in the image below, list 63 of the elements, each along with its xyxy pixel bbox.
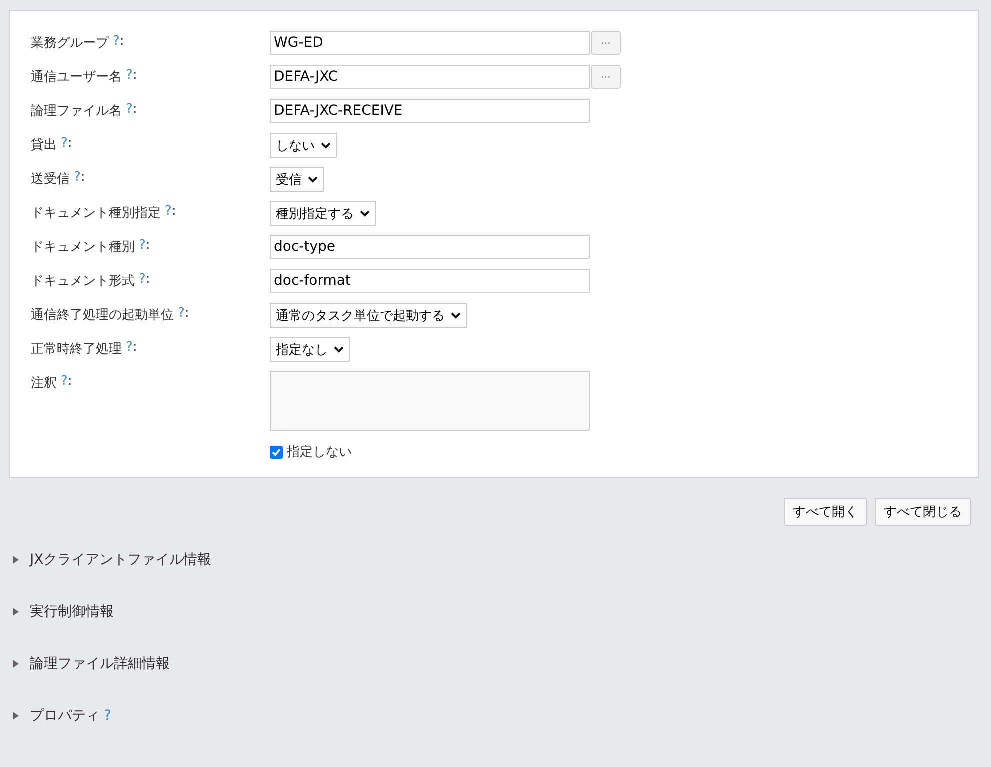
label-colon: : xyxy=(172,204,176,221)
section-title[interactable]: JXクライアントファイル情報 xyxy=(30,551,212,569)
help-link[interactable]: ? xyxy=(126,68,133,99)
dropdown[interactable]: 通常のタスク単位で起動する xyxy=(270,303,467,328)
field-label: ドキュメント種別 xyxy=(31,239,135,257)
textarea-field[interactable] xyxy=(270,371,590,431)
field-label: 通信終了処理の起動単位 xyxy=(31,307,174,325)
help-link[interactable]: ? xyxy=(139,238,146,269)
label-colon: : xyxy=(80,170,86,187)
section-title[interactable]: 実行制御情報 xyxy=(30,603,114,621)
browse-button[interactable]: ··· xyxy=(591,65,621,89)
browse-button[interactable]: ··· xyxy=(591,31,621,55)
label-colon: : xyxy=(132,68,138,85)
text-field[interactable]: DEFA-JXC-RECEIVE xyxy=(270,99,590,123)
toolbar-button[interactable]: すべて閉じる xyxy=(875,498,971,526)
label-colon: : xyxy=(120,34,124,51)
label-colon: : xyxy=(184,306,190,323)
text-field[interactable]: doc-type xyxy=(270,235,590,259)
field-label: 通信ユーザー名 xyxy=(31,69,122,87)
chevron-down-icon xyxy=(308,176,318,183)
field-label: ドキュメント形式 xyxy=(31,273,135,291)
label-colon: : xyxy=(68,374,72,391)
expand-triangle-icon[interactable] xyxy=(12,608,20,616)
help-link[interactable]: ? xyxy=(178,306,185,337)
text-field[interactable]: DEFA-JXC xyxy=(270,65,590,89)
label-colon: : xyxy=(68,136,72,153)
dropdown[interactable]: 指定なし xyxy=(270,337,350,362)
checkbox[interactable] xyxy=(270,446,283,458)
dropdown[interactable]: 種別指定する xyxy=(270,201,376,226)
label-colon: : xyxy=(146,238,150,255)
text-field[interactable]: WG-ED xyxy=(270,31,590,55)
help-link[interactable]: ? xyxy=(126,102,133,133)
chevron-down-icon xyxy=(360,210,370,217)
help-link[interactable]: ? xyxy=(113,34,120,65)
field-label: 正常時終了処理 xyxy=(31,341,122,359)
help-link[interactable]: ? xyxy=(126,340,133,371)
text-field[interactable]: doc-format xyxy=(270,269,590,293)
field-label: 貸出 xyxy=(31,137,57,155)
expand-triangle-icon[interactable] xyxy=(12,556,20,564)
help-link[interactable]: ? xyxy=(61,374,68,461)
chevron-down-icon xyxy=(321,142,331,149)
help-link[interactable]: ? xyxy=(74,170,81,201)
field-label: 注釈 xyxy=(31,375,57,393)
help-link[interactable]: ? xyxy=(61,136,68,167)
section-title[interactable]: 論理ファイル詳細情報 xyxy=(30,655,170,673)
expand-triangle-icon[interactable] xyxy=(12,712,20,720)
field-label: 業務グループ xyxy=(31,35,109,53)
section-title[interactable]: プロパティ xyxy=(30,707,100,725)
label-colon: : xyxy=(132,102,138,119)
field-label: 送受信 xyxy=(31,171,70,189)
checkbox-label: 指定しない xyxy=(287,444,352,461)
label-colon: : xyxy=(146,272,150,289)
help-link[interactable]: ? xyxy=(165,204,172,235)
help-link[interactable]: ? xyxy=(139,272,146,303)
chevron-down-icon xyxy=(451,312,461,319)
toolbar-button[interactable]: すべて開く xyxy=(784,498,867,526)
label-colon: : xyxy=(132,340,138,357)
chevron-down-icon xyxy=(334,346,344,353)
dropdown[interactable]: しない xyxy=(270,133,337,158)
dropdown[interactable]: 受信 xyxy=(270,167,324,192)
field-label: 論理ファイル名 xyxy=(31,103,122,121)
field-label: ドキュメント種別指定 xyxy=(31,205,161,223)
expand-triangle-icon[interactable] xyxy=(12,660,20,668)
